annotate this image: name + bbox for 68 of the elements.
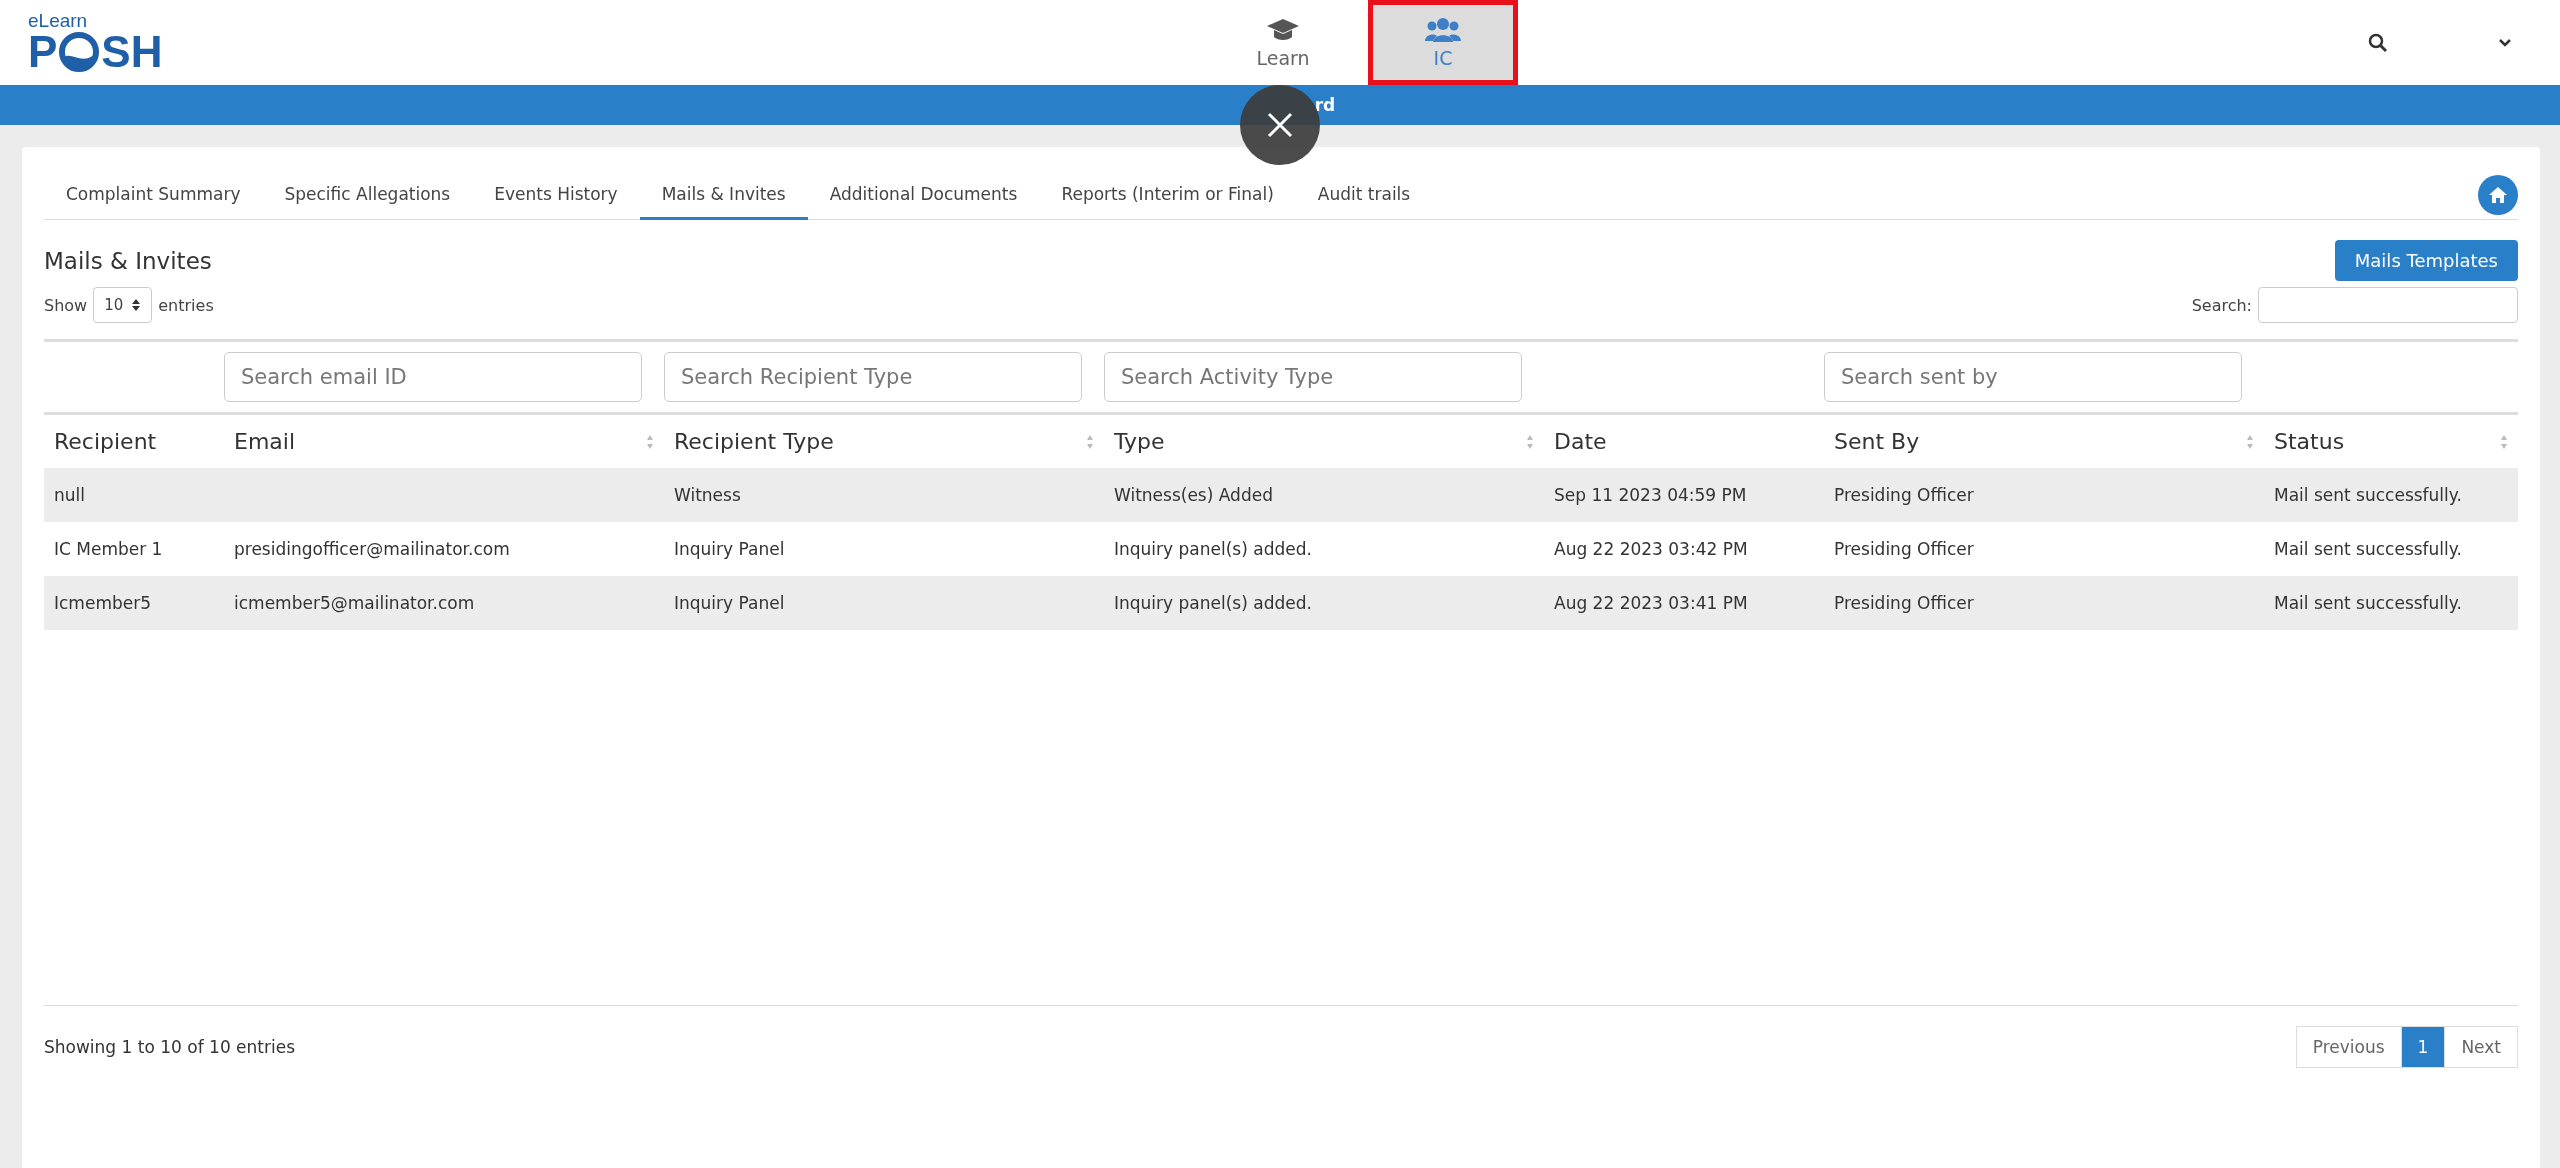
- tab[interactable]: Additional Documents: [807, 171, 1040, 220]
- search-field[interactable]: [2258, 287, 2518, 323]
- graduation-cap-icon: [1266, 16, 1300, 43]
- wave-logo-icon: [59, 32, 100, 72]
- filter-field[interactable]: Search Activity Type: [1104, 352, 1522, 402]
- logo-letters: SH: [101, 30, 163, 74]
- table-cell: Witness(es) Added: [1114, 485, 1273, 505]
- column-header[interactable]: Recipient: [54, 429, 157, 454]
- mails-templates-button[interactable]: Mails Templates: [2334, 240, 2518, 281]
- nav-item[interactable]: Learn: [1208, 0, 1358, 85]
- table-cell: Inquiry panel(s) added.: [1114, 593, 1312, 613]
- filter-field[interactable]: Search sent by: [1824, 352, 2242, 402]
- tab[interactable]: Audit trails: [1295, 171, 1433, 220]
- section-title: Mails & Invites: [44, 247, 212, 274]
- caret-icon: [131, 298, 142, 312]
- entries-info: Showing 1 to 10 of 10 entries: [44, 1037, 296, 1057]
- table-cell: Inquiry panel(s) added.: [1114, 539, 1312, 559]
- show-label: Show: [44, 295, 88, 315]
- table-cell: Aug 22 2023 03:42 PM: [1554, 539, 1748, 559]
- table-cell: Presiding Officer: [1834, 539, 1974, 559]
- table-cell: Inquiry Panel: [674, 593, 785, 613]
- chevron-down-icon[interactable]: [2498, 37, 2512, 48]
- entries-select[interactable]: 10: [93, 287, 153, 323]
- tab[interactable]: Specific Allegations: [262, 171, 473, 220]
- dashboard-title: rd: [1314, 95, 1336, 115]
- tab[interactable]: Mails & Invites: [639, 171, 808, 220]
- column-header[interactable]: Date: [1554, 429, 1607, 454]
- tab[interactable]: Events History: [472, 171, 640, 220]
- table-cell: Inquiry Panel: [674, 539, 785, 559]
- sort-icon[interactable]: [1526, 433, 1534, 450]
- home-button[interactable]: [2478, 175, 2518, 215]
- column-header[interactable]: Sent By: [1834, 429, 1920, 454]
- table-cell: Witness: [674, 485, 741, 505]
- table-cell: Sep 11 2023 04:59 PM: [1554, 485, 1747, 505]
- table-cell: Mail sent successfully.: [2274, 539, 2462, 559]
- table-cell: Presiding Officer: [1834, 593, 1974, 613]
- table-cell: icmember5@mailinator.com: [234, 593, 475, 613]
- tab[interactable]: Complaint Summary: [44, 171, 263, 220]
- logo-letters: P: [28, 30, 58, 74]
- close-icon: [1267, 112, 1293, 138]
- sort-icon[interactable]: [646, 433, 654, 450]
- page-button[interactable]: 1: [2400, 1026, 2446, 1068]
- home-icon: [2488, 186, 2508, 204]
- column-header[interactable]: Status: [2274, 429, 2345, 454]
- table-cell: Mail sent successfully.: [2274, 593, 2462, 613]
- column-header[interactable]: Email: [234, 429, 296, 454]
- table-cell: Aug 22 2023 03:41 PM: [1554, 593, 1748, 613]
- sort-icon[interactable]: [2500, 433, 2508, 450]
- table-cell: IC Member 1: [54, 539, 163, 559]
- search-label: Search:: [2191, 295, 2252, 315]
- table-cell: Icmember5: [54, 593, 151, 613]
- filter-field[interactable]: Search email ID: [224, 352, 642, 402]
- tab[interactable]: Reports (Interim or Final): [1039, 171, 1296, 220]
- page-button[interactable]: Previous: [2295, 1026, 2402, 1068]
- page-button[interactable]: Next: [2444, 1026, 2518, 1068]
- search-icon[interactable]: [2368, 32, 2388, 53]
- sort-icon[interactable]: [1086, 433, 1094, 450]
- filter-field[interactable]: Search Recipient Type: [664, 352, 1082, 402]
- sort-icon[interactable]: [2246, 433, 2254, 450]
- column-header[interactable]: Recipient Type: [674, 429, 834, 454]
- entries-label: entries: [158, 295, 214, 315]
- table-cell: null: [54, 485, 85, 505]
- column-header[interactable]: Type: [1114, 429, 1165, 454]
- table-cell: Presiding Officer: [1834, 485, 1974, 505]
- logo-caption: eLearn: [28, 11, 89, 30]
- users-icon: [1425, 16, 1461, 43]
- table-cell: presidingofficer@mailinator.com: [234, 539, 510, 559]
- table-cell: Mail sent successfully.: [2274, 485, 2462, 505]
